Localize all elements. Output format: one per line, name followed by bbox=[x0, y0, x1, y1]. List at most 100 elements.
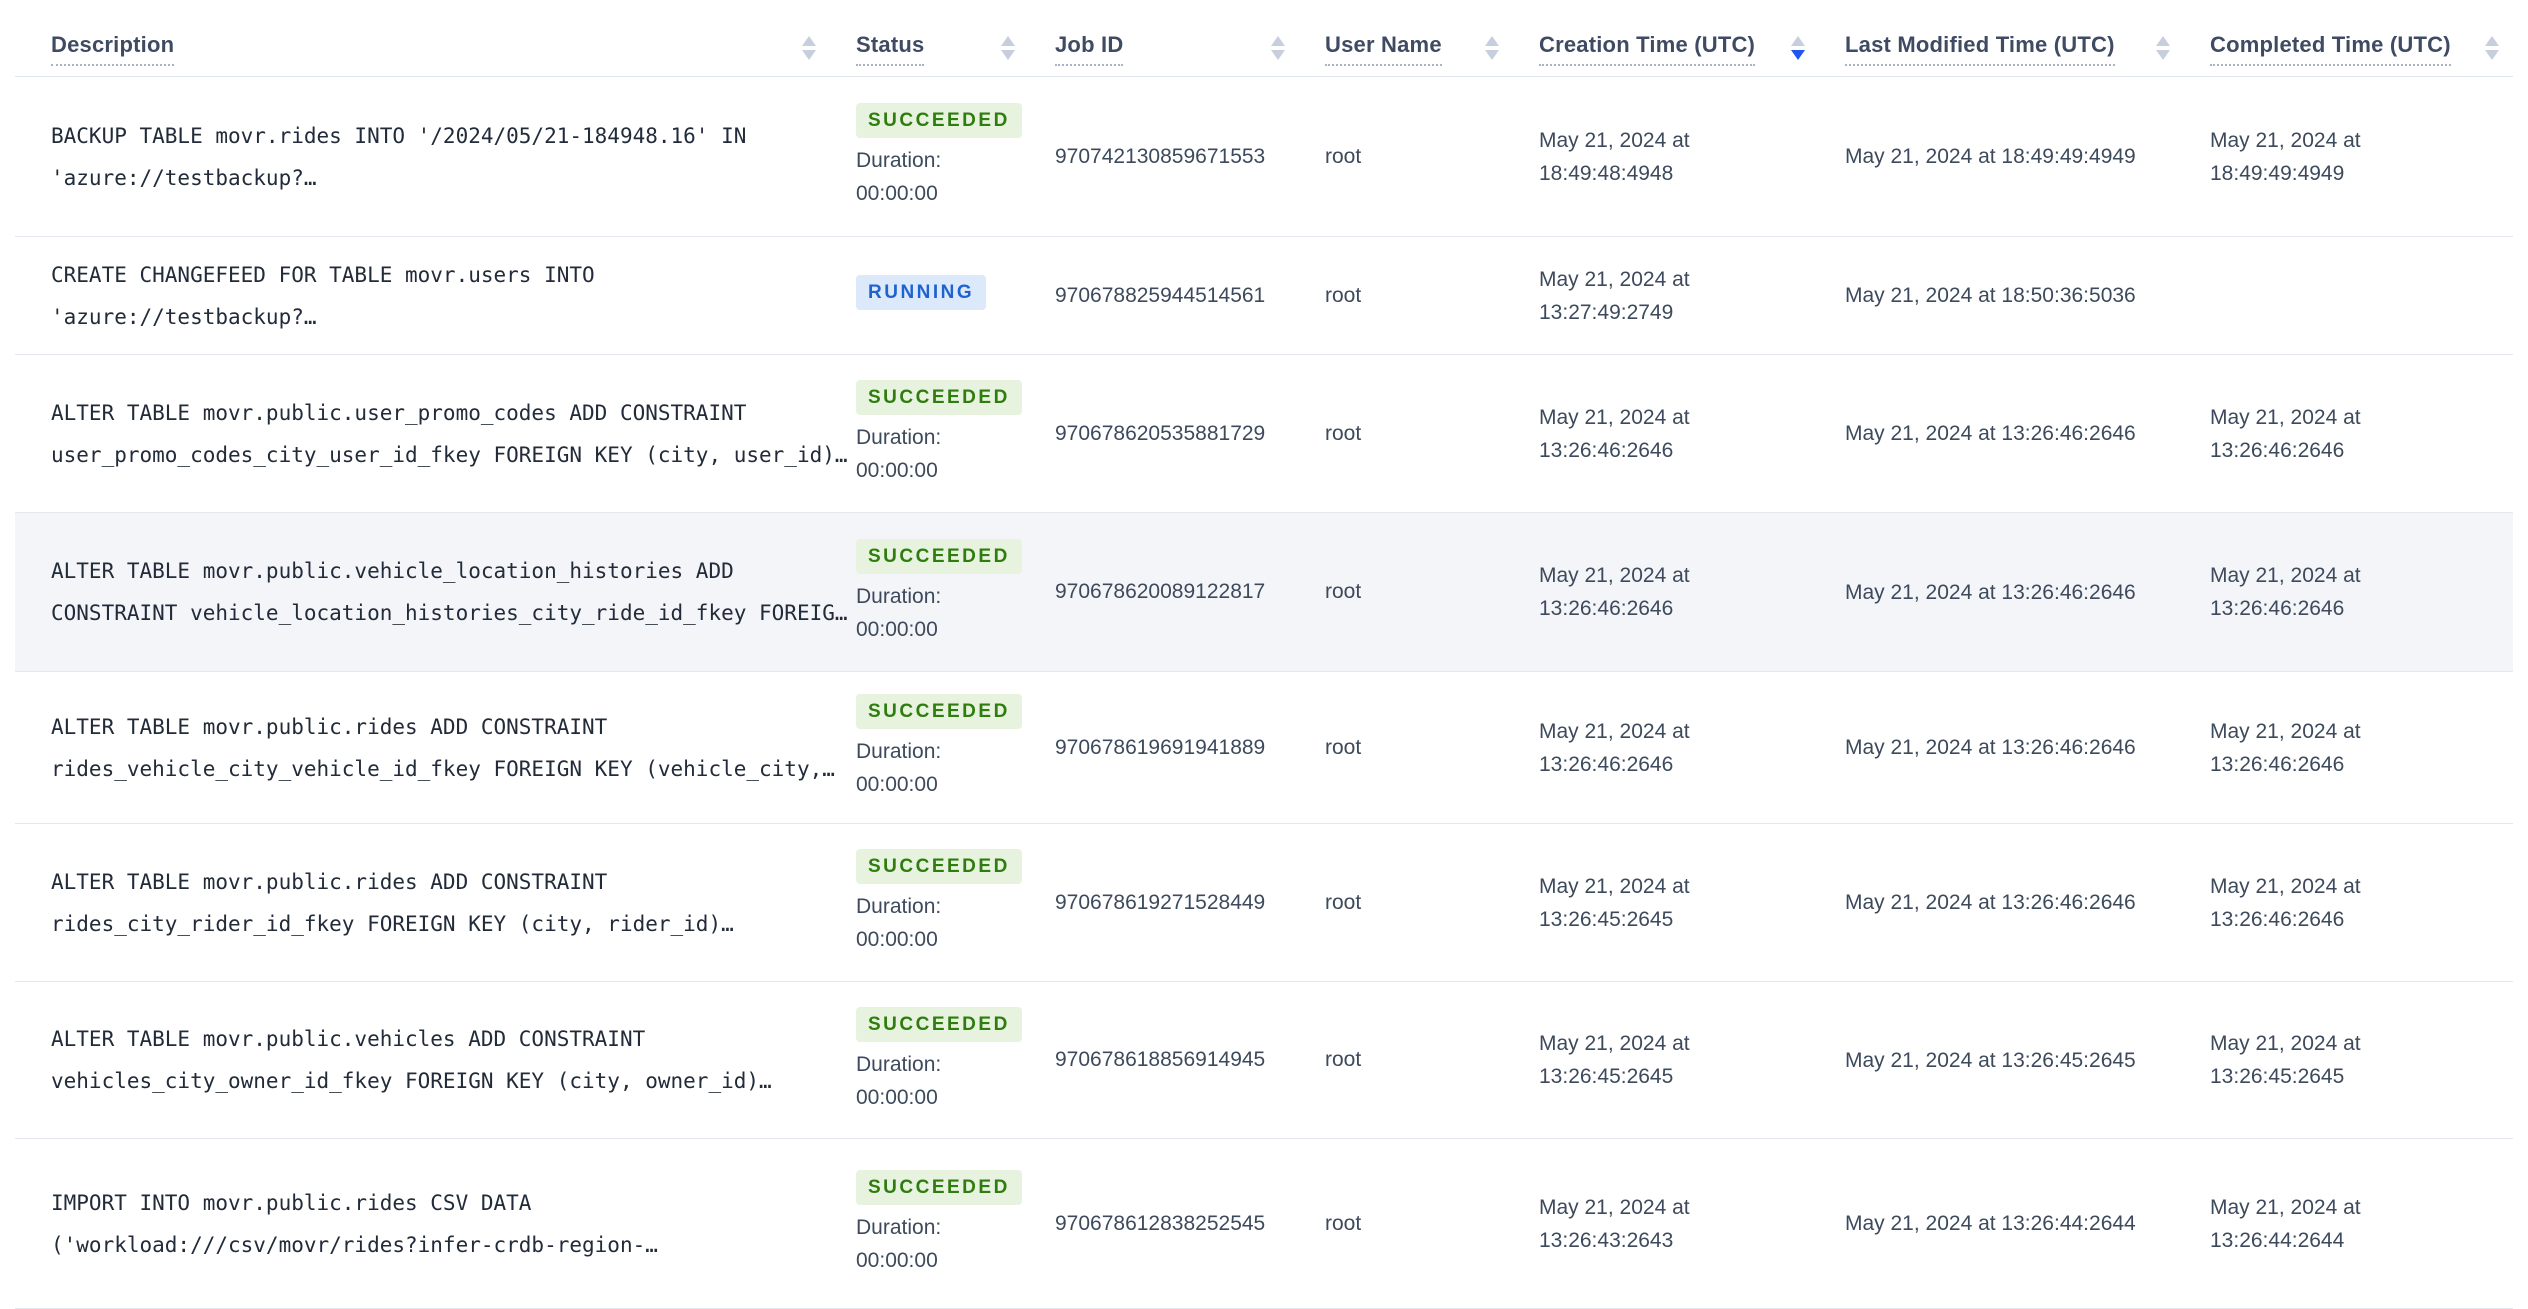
creation-time-line: 13:26:45:2645 bbox=[1539, 1065, 1674, 1088]
completed-time-line: May 21, 2024 at bbox=[2210, 405, 2361, 429]
column-label: Job ID bbox=[1055, 32, 1124, 66]
description-line: vehicles_city_owner_id_fkey FOREIGN KEY … bbox=[51, 1069, 772, 1093]
status-badge: SUCCEEDED bbox=[856, 694, 1022, 729]
cell-description[interactable]: IMPORT INTO movr.public.rides CSV DATA ('… bbox=[15, 1139, 856, 1308]
duration-value: 00:00:00 bbox=[856, 773, 938, 796]
sort-down-arrow-icon bbox=[802, 50, 816, 60]
sort-icon bbox=[1791, 36, 1805, 60]
last-modified-time: May 21, 2024 at 13:26:46:2646 bbox=[1845, 891, 2136, 914]
duration-value: 00:00:00 bbox=[856, 617, 938, 641]
description-line: rides_city_rider_id_fkey FOREIGN KEY (ci… bbox=[51, 911, 734, 936]
description-line: user_promo_codes_city_user_id_fkey FOREI… bbox=[51, 442, 848, 467]
cell-last-modified-time: May 21, 2024 at 13:26:46:2646 bbox=[1845, 672, 2210, 823]
cell-description[interactable]: ALTER TABLE movr.public.vehicle_location… bbox=[15, 513, 856, 671]
description-line: ALTER TABLE movr.public.rides ADD CONSTR… bbox=[51, 869, 608, 894]
cell-last-modified-time: May 21, 2024 at 13:26:46:2646 bbox=[1845, 355, 2210, 512]
completed-time-line: May 21, 2024 at bbox=[2210, 1195, 2361, 1219]
table-row[interactable]: CREATE CHANGEFEED FOR TABLE movr.users I… bbox=[15, 237, 2513, 355]
cell-job-id: 970742130859671553 bbox=[1055, 144, 1266, 168]
cell-creation-time: May 21, 2024 at 18:49:48:4948 bbox=[1539, 77, 1845, 236]
cell-creation-time: May 21, 2024 at 13:26:43:2643 bbox=[1539, 1139, 1845, 1308]
column-label: User Name bbox=[1325, 32, 1442, 66]
duration-label: Duration: bbox=[856, 895, 942, 918]
sort-down-arrow-icon bbox=[1485, 50, 1499, 60]
creation-time-line: May 21, 2024 at bbox=[1539, 267, 1690, 291]
duration-value: 00:00:00 bbox=[856, 182, 938, 205]
duration-label: Duration: bbox=[856, 149, 942, 172]
cell-description[interactable]: ALTER TABLE movr.public.user_promo_codes… bbox=[15, 355, 856, 512]
completed-time-line: May 21, 2024 at bbox=[2210, 564, 2361, 587]
completed-time-line: May 21, 2024 at bbox=[2210, 874, 2361, 898]
cell-status: SUCCEEDED Duration: 00:00:00 bbox=[856, 824, 1055, 981]
cell-job-id: 970678618856914945 bbox=[1055, 1048, 1266, 1071]
creation-time-line: May 21, 2024 at bbox=[1539, 128, 1690, 152]
table-row[interactable]: ALTER TABLE movr.public.vehicle_location… bbox=[15, 513, 2513, 672]
completed-time-line: May 21, 2024 at bbox=[2210, 1032, 2361, 1055]
cell-last-modified-time: May 21, 2024 at 13:26:46:2646 bbox=[1845, 513, 2210, 671]
cell-description[interactable]: CREATE CHANGEFEED FOR TABLE movr.users I… bbox=[15, 237, 856, 354]
sort-icon bbox=[1001, 36, 1015, 60]
column-header-last-modified-time-utc[interactable]: Last Modified Time (UTC) bbox=[1845, 0, 2210, 76]
last-modified-time: May 21, 2024 at 13:26:46:2646 bbox=[1845, 736, 2136, 759]
cell-creation-time: May 21, 2024 at 13:27:49:2749 bbox=[1539, 237, 1845, 354]
cell-description[interactable]: ALTER TABLE movr.public.rides ADD CONSTR… bbox=[15, 824, 856, 981]
cell-status: SUCCEEDED Duration: 00:00:00 bbox=[856, 1139, 1055, 1308]
column-label: Description bbox=[51, 32, 175, 66]
creation-time-line: 13:26:43:2643 bbox=[1539, 1228, 1674, 1252]
cell-completed-time: May 21, 2024 at 13:26:46:2646 bbox=[2210, 672, 2513, 823]
cell-job-id: 970678612838252545 bbox=[1055, 1211, 1266, 1235]
table-row[interactable]: IMPORT INTO movr.public.rides CSV DATA ('… bbox=[15, 1139, 2513, 1309]
description-line: ALTER TABLE movr.public.user_promo_codes… bbox=[51, 400, 747, 425]
cell-creation-time: May 21, 2024 at 13:26:45:2645 bbox=[1539, 824, 1845, 981]
sort-down-arrow-icon bbox=[1791, 50, 1805, 60]
duration-label: Duration: bbox=[856, 584, 942, 608]
column-header-job-id[interactable]: Job ID bbox=[1055, 0, 1325, 76]
sort-icon bbox=[2156, 36, 2170, 60]
cell-creation-time: May 21, 2024 at 13:26:46:2646 bbox=[1539, 355, 1845, 512]
description-line: ALTER TABLE movr.public.vehicle_location… bbox=[51, 559, 734, 583]
sort-up-arrow-icon bbox=[1791, 36, 1805, 46]
sort-up-arrow-icon bbox=[1271, 36, 1285, 46]
jobs-table: Description Status Job ID User Name Creation… bbox=[15, 0, 2513, 1309]
cell-status: SUCCEEDED Duration: 00:00:00 bbox=[856, 355, 1055, 512]
completed-time-line: 13:26:45:2645 bbox=[2210, 1065, 2345, 1088]
creation-time-line: 13:26:46:2646 bbox=[1539, 752, 1674, 776]
sort-down-arrow-icon bbox=[1271, 50, 1285, 60]
cell-completed-time: May 21, 2024 at 18:49:49:4949 bbox=[2210, 77, 2513, 236]
status-badge: SUCCEEDED bbox=[856, 538, 1022, 574]
table-row[interactable]: ALTER TABLE movr.public.user_promo_codes… bbox=[15, 355, 2513, 513]
sort-up-arrow-icon bbox=[2156, 36, 2170, 46]
column-header-user-name[interactable]: User Name bbox=[1325, 0, 1539, 76]
cell-completed-time: May 21, 2024 at 13:26:46:2646 bbox=[2210, 824, 2513, 981]
description-line: CREATE CHANGEFEED FOR TABLE movr.users I… bbox=[51, 262, 595, 287]
table-row[interactable]: ALTER TABLE movr.public.rides ADD CONSTR… bbox=[15, 672, 2513, 824]
sort-up-arrow-icon bbox=[1001, 36, 1015, 46]
creation-time-line: May 21, 2024 at bbox=[1539, 564, 1690, 587]
column-header-description[interactable]: Description bbox=[15, 0, 856, 76]
cell-status: SUCCEEDED Duration: 00:00:00 bbox=[856, 982, 1055, 1138]
table-row[interactable]: ALTER TABLE movr.public.rides ADD CONSTR… bbox=[15, 824, 2513, 982]
cell-job-id: 970678825944514561 bbox=[1055, 283, 1266, 307]
cell-status: SUCCEEDED Duration: 00:00:00 bbox=[856, 513, 1055, 671]
description-line: 'azure://testbackup?… bbox=[51, 304, 317, 329]
column-header-status[interactable]: Status bbox=[856, 0, 1055, 76]
cell-completed-time: May 21, 2024 at 13:26:46:2646 bbox=[2210, 355, 2513, 512]
cell-user-name: root bbox=[1325, 421, 1362, 445]
column-header-completed-time-utc[interactable]: Completed Time (UTC) bbox=[2210, 0, 2513, 76]
completed-time-line: 13:26:46:2646 bbox=[2210, 752, 2345, 776]
table-row[interactable]: BACKUP TABLE movr.rides INTO '/2024/05/2… bbox=[15, 77, 2513, 237]
description-line: 'azure://testbackup?… bbox=[51, 165, 317, 190]
cell-description[interactable]: BACKUP TABLE movr.rides INTO '/2024/05/2… bbox=[15, 77, 856, 236]
status-badge: SUCCEEDED bbox=[856, 849, 1022, 884]
cell-job-id: 970678619271528449 bbox=[1055, 890, 1266, 914]
last-modified-time: May 21, 2024 at 13:26:46:2646 bbox=[1845, 580, 2136, 604]
column-header-creation-time-utc[interactable]: Creation Time (UTC) bbox=[1539, 0, 1845, 76]
cell-last-modified-time: May 21, 2024 at 13:26:44:2644 bbox=[1845, 1139, 2210, 1308]
cell-description[interactable]: ALTER TABLE movr.public.rides ADD CONSTR… bbox=[15, 672, 856, 823]
description-line: ALTER TABLE movr.public.vehicles ADD CON… bbox=[51, 1027, 646, 1051]
creation-time-line: May 21, 2024 at bbox=[1539, 1032, 1690, 1055]
cell-description[interactable]: ALTER TABLE movr.public.vehicles ADD CON… bbox=[15, 982, 856, 1138]
cell-job-id: 970678620089122817 bbox=[1055, 580, 1266, 603]
duration-value: 00:00:00 bbox=[856, 1249, 938, 1272]
table-row[interactable]: ALTER TABLE movr.public.vehicles ADD CON… bbox=[15, 982, 2513, 1139]
